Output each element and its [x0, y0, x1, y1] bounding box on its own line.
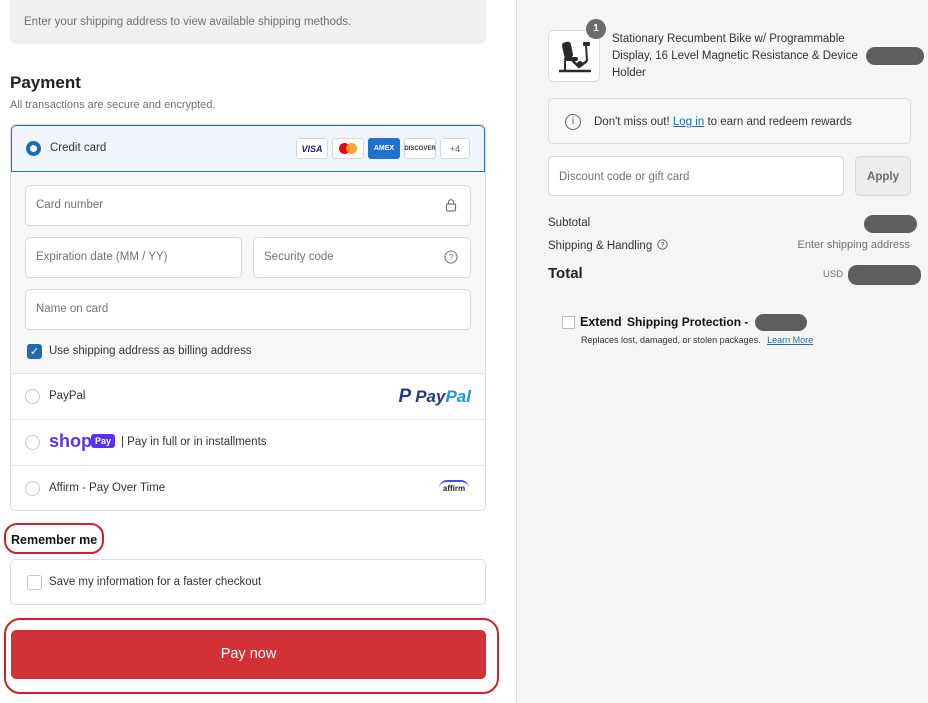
login-link[interactable]: Log in	[673, 116, 704, 128]
rewards-suffix: to earn and redeem rewards	[707, 116, 852, 128]
card-brands: VISA AMEX DISCOVER +4	[296, 138, 470, 159]
card-number-placeholder: Card number	[36, 199, 104, 211]
affirm-label: Affirm - Pay Over Time	[49, 482, 166, 494]
name-on-card-placeholder: Name on card	[36, 303, 109, 315]
paypal-logo-pal: Pal	[445, 387, 471, 406]
checkout-main: Enter your shipping address to view avai…	[0, 0, 516, 703]
rewards-prefix: Don't miss out!	[594, 116, 670, 128]
shop-pay-option[interactable]: shop Pay | Pay in full or in installment…	[11, 420, 485, 466]
save-info-checkbox[interactable]	[27, 575, 42, 590]
svg-text:?: ?	[449, 252, 454, 262]
svg-text:?: ?	[661, 242, 665, 249]
remember-me-title: Remember me	[11, 533, 98, 547]
mastercard-icon	[332, 138, 364, 159]
extend-price-redacted	[755, 314, 807, 331]
credit-card-radio[interactable]	[26, 141, 41, 156]
paypal-option[interactable]: PayPal P PayPal	[11, 374, 485, 420]
affirm-option[interactable]: Affirm - Pay Over Time affirm	[11, 466, 485, 510]
extend-brand: Extend	[580, 315, 622, 329]
security-code-placeholder: Security code	[264, 251, 334, 263]
credit-card-label: Credit card	[50, 142, 107, 154]
name-on-card-field[interactable]: Name on card	[25, 289, 471, 330]
expiration-placeholder: Expiration date (MM / YY)	[36, 251, 168, 263]
shipping-value: Enter shipping address	[797, 239, 910, 251]
total-value-redacted	[848, 265, 921, 285]
extend-subtitle-text: Replaces lost, damaged, or stolen packag…	[581, 335, 761, 345]
shop-pay-text: | Pay in full or in installments	[121, 436, 267, 448]
card-number-field[interactable]: Card number	[25, 185, 471, 226]
billing-same-checkbox[interactable]: ✓	[27, 344, 42, 359]
subtotal-label: Subtotal	[548, 217, 591, 229]
shop-logo: shop	[49, 431, 92, 451]
more-brands-badge[interactable]: +4	[440, 138, 470, 159]
extend-protection-checkbox[interactable]	[562, 316, 575, 329]
discount-code-input[interactable]: Discount code or gift card	[548, 156, 844, 196]
paypal-logo-icon: P PayPal	[398, 386, 471, 407]
rewards-text: Don't miss out! Log in to earn and redee…	[594, 116, 852, 128]
expiration-field[interactable]: Expiration date (MM / YY)	[25, 237, 242, 278]
shop-pay-badge: Pay	[91, 434, 116, 448]
currency-code: USD	[823, 269, 844, 280]
payment-subtitle: All transactions are secure and encrypte…	[10, 99, 216, 111]
product-price-redacted	[866, 47, 924, 65]
visa-icon: VISA	[296, 138, 328, 159]
extend-title-text: Shipping Protection -	[627, 315, 749, 329]
payment-title: Payment	[10, 73, 81, 92]
shop-pay-radio[interactable]	[25, 435, 40, 450]
lock-icon	[444, 198, 458, 212]
total-label: Total	[548, 265, 583, 282]
shipping-methods-notice: Enter your shipping address to view avai…	[10, 0, 486, 44]
paypal-label: PayPal	[49, 390, 86, 402]
affirm-radio[interactable]	[25, 481, 40, 496]
shipping-label: Shipping & Handling ?	[548, 239, 669, 252]
apply-button[interactable]: Apply	[855, 156, 911, 196]
pay-now-button[interactable]: Pay now	[11, 630, 486, 679]
help-icon[interactable]: ?	[657, 239, 669, 250]
save-info-option[interactable]: Save my information for a faster checkou…	[10, 559, 486, 605]
shipping-label-text: Shipping & Handling	[548, 240, 653, 252]
discover-icon: DISCOVER	[404, 138, 436, 159]
paypal-logo-pay: Pay	[415, 387, 446, 406]
save-info-label: Save my information for a faster checkou…	[49, 576, 262, 588]
product-name: Stationary Recumbent Bike w/ Programmabl…	[612, 33, 858, 79]
amex-icon: AMEX	[368, 138, 400, 159]
extend-protection-subtitle: Replaces lost, damaged, or stolen packag…	[581, 335, 813, 345]
discount-placeholder: Discount code or gift card	[559, 171, 690, 183]
order-summary: 1 Stationary Recumbent Bike w/ Programma…	[516, 0, 928, 703]
subtotal-value-redacted	[864, 215, 917, 233]
security-code-field[interactable]: Security code ?	[253, 237, 471, 278]
credit-card-form: Card number Expiration date (MM / YY) Se…	[11, 172, 485, 374]
billing-same-label: Use shipping address as billing address	[49, 345, 252, 357]
info-icon: i	[565, 114, 581, 130]
extend-protection-title: Extend· Shipping Protection -	[580, 315, 749, 329]
paypal-radio[interactable]	[25, 389, 40, 404]
rewards-banner: i Don't miss out! Log in to earn and red…	[548, 98, 911, 144]
quantity-badge: 1	[586, 19, 606, 39]
recumbent-bike-icon	[559, 41, 591, 73]
learn-more-link[interactable]: Learn More	[767, 335, 813, 345]
help-icon[interactable]: ?	[444, 250, 458, 264]
credit-card-option[interactable]: Credit card VISA AMEX DISCOVER +4	[11, 125, 485, 172]
payment-methods: Credit card VISA AMEX DISCOVER +4 Card n…	[10, 124, 486, 511]
affirm-logo-icon: affirm	[439, 480, 469, 498]
